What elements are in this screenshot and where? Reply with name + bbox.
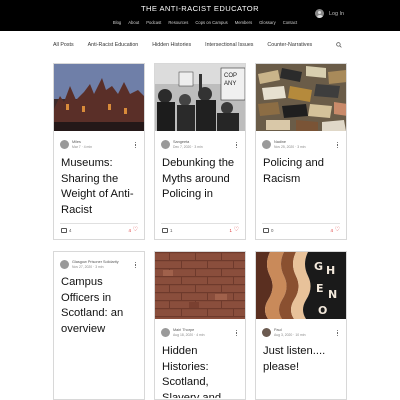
post-image[interactable]: G H E N O — [256, 252, 346, 319]
nav-item-resources[interactable]: Resources — [168, 20, 188, 25]
author-name[interactable]: Paul — [274, 328, 306, 332]
comment-icon[interactable] — [162, 228, 168, 233]
post-date: Aug 18, 2020 — [173, 333, 194, 337]
author-name[interactable]: Mairi Thorpe — [173, 328, 205, 332]
post-date: Nov 25, 2020 — [274, 145, 295, 149]
category-menu: All Posts Anti-Racist Education Hidden H… — [53, 40, 348, 50]
post-image[interactable] — [256, 64, 346, 131]
category-intersectional-issues[interactable]: Intersectional Issues — [205, 42, 253, 48]
heart-icon[interactable]: ♡ — [133, 227, 138, 233]
nav-item-glossary[interactable]: Glossary — [259, 20, 276, 25]
heart-icon[interactable]: ♡ — [234, 227, 239, 233]
avatar[interactable] — [161, 328, 170, 337]
user-icon — [315, 9, 324, 18]
comment-icon[interactable] — [263, 228, 269, 233]
comment-count: 4 — [69, 228, 72, 233]
like-count: 1 — [229, 228, 232, 233]
post-card[interactable]: Nadine Nov 25, 2020 · 3 min Policing and… — [255, 63, 347, 240]
avatar[interactable] — [262, 140, 271, 149]
post-meta: Glasgow Prisoner Solidarity Nov 27, 2020… — [60, 260, 119, 269]
more-options-icon[interactable] — [337, 330, 339, 336]
post-image[interactable] — [155, 252, 245, 319]
nav-item-about[interactable]: About — [128, 20, 139, 25]
divider — [262, 223, 340, 224]
category-counter-narratives[interactable]: Counter-Narratives — [267, 42, 312, 48]
post-meta: Miles Mar 7 · 4 min — [60, 140, 92, 149]
more-options-icon[interactable] — [135, 262, 137, 268]
post-image[interactable] — [54, 64, 144, 131]
post-date: Nov 27, 2020 — [72, 265, 93, 269]
nav-item-blog[interactable]: Blog — [113, 20, 121, 25]
divider — [161, 223, 239, 224]
author-name[interactable]: Miles — [72, 140, 92, 144]
svg-text:E: E — [316, 282, 324, 295]
post-title[interactable]: Hidden Histories: Scotland, Slavery and — [162, 344, 242, 398]
avatar[interactable] — [60, 140, 69, 149]
post-title[interactable]: Campus Officers in Scotland: an overview — [61, 275, 141, 339]
post-title[interactable]: Just listen.... please! — [263, 344, 343, 384]
read-time: 4 min — [83, 145, 92, 149]
post-title[interactable]: Policing and Racism — [263, 156, 343, 218]
post-card[interactable]: COP ANY Sangeeta Dec 7, 2020 · 3 min Deb… — [154, 63, 246, 240]
post-card[interactable]: G H E N O Paul Aug 3, 2020 · 10 min Just… — [255, 251, 347, 400]
svg-text:G: G — [314, 260, 323, 273]
read-time: 10 min — [295, 333, 306, 337]
comment-count: 1 — [170, 228, 173, 233]
category-all-posts[interactable]: All Posts — [53, 42, 74, 48]
comment-count: 0 — [271, 228, 274, 233]
avatar[interactable] — [60, 260, 69, 269]
more-options-icon[interactable] — [236, 330, 238, 336]
more-options-icon[interactable] — [236, 142, 238, 148]
read-time: 3 min — [194, 145, 203, 149]
post-title[interactable]: Museums: Sharing the Weight of Anti-Raci… — [61, 156, 141, 218]
read-time: 3 min — [297, 145, 306, 149]
post-date: Dec 7, 2020 — [173, 145, 192, 149]
post-card[interactable]: Glasgow Prisoner Solidarity Nov 27, 2020… — [53, 251, 145, 400]
svg-text:H: H — [326, 264, 335, 277]
search-icon[interactable] — [336, 42, 342, 48]
nav-item-podcast[interactable]: Podcast — [146, 20, 161, 25]
author-name[interactable]: Glasgow Prisoner Solidarity — [72, 260, 119, 264]
post-date: Mar 7 — [72, 145, 81, 149]
svg-text:O: O — [318, 304, 327, 317]
heart-icon[interactable]: ♡ — [335, 227, 340, 233]
post-meta: Nadine Nov 25, 2020 · 3 min — [262, 140, 305, 149]
read-time: 4 min — [196, 333, 205, 337]
site-header: THE ANTI-RACIST EDUCATOR Blog About Podc… — [0, 0, 400, 31]
category-anti-racist-education[interactable]: Anti-Racist Education — [88, 42, 139, 48]
nav-item-cops-on-campus[interactable]: Cops on Campus — [195, 20, 227, 25]
author-name[interactable]: Nadine — [274, 140, 305, 144]
post-card[interactable]: Mairi Thorpe Aug 18, 2020 · 4 min Hidden… — [154, 251, 246, 400]
post-title[interactable]: Debunking the Myths around Policing in — [162, 156, 242, 218]
post-date: Aug 3, 2020 — [274, 333, 293, 337]
post-meta: Sangeeta Dec 7, 2020 · 3 min — [161, 140, 203, 149]
avatar[interactable] — [161, 140, 170, 149]
login-label: Log In — [329, 10, 344, 17]
svg-text:ANY: ANY — [224, 81, 236, 87]
post-meta: Paul Aug 3, 2020 · 10 min — [262, 328, 306, 337]
post-image[interactable]: COP ANY — [155, 64, 245, 131]
login-button[interactable]: Log In — [315, 9, 344, 18]
avatar[interactable] — [262, 328, 271, 337]
nav-item-members[interactable]: Members — [235, 20, 252, 25]
read-time: 3 min — [95, 265, 104, 269]
nav-item-contact[interactable]: Contact — [283, 20, 297, 25]
like-count: 4 — [128, 228, 131, 233]
more-options-icon[interactable] — [135, 142, 137, 148]
svg-text:N: N — [328, 288, 337, 301]
category-hidden-histories[interactable]: Hidden Histories — [152, 42, 191, 48]
divider — [60, 223, 138, 224]
svg-text:COP: COP — [224, 73, 237, 79]
more-options-icon[interactable] — [337, 142, 339, 148]
post-card[interactable]: Miles Mar 7 · 4 min Museums: Sharing the… — [53, 63, 145, 240]
main-nav: Blog About Podcast Resources Cops on Cam… — [100, 20, 310, 25]
post-meta: Mairi Thorpe Aug 18, 2020 · 4 min — [161, 328, 205, 337]
like-count: 4 — [330, 228, 333, 233]
author-name[interactable]: Sangeeta — [173, 140, 203, 144]
comment-icon[interactable] — [61, 228, 67, 233]
